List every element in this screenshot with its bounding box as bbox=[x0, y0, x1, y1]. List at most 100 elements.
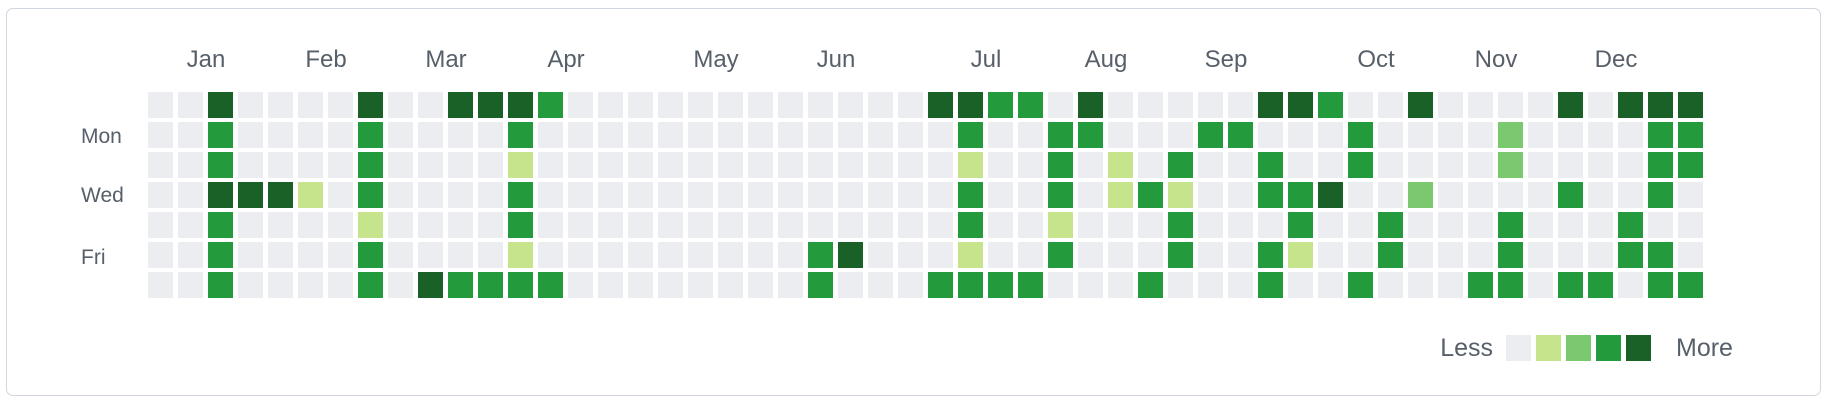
contribution-cell[interactable] bbox=[1198, 92, 1223, 118]
contribution-cell[interactable] bbox=[208, 182, 233, 208]
contribution-cell[interactable] bbox=[238, 182, 263, 208]
contribution-cell[interactable] bbox=[208, 272, 233, 298]
contribution-cell[interactable] bbox=[268, 182, 293, 208]
contribution-cell[interactable] bbox=[1408, 182, 1433, 208]
contribution-cell[interactable] bbox=[448, 272, 473, 298]
contribution-cell[interactable] bbox=[1378, 242, 1403, 268]
contribution-cell[interactable] bbox=[808, 272, 833, 298]
contribution-cell[interactable] bbox=[208, 122, 233, 148]
contribution-cell[interactable] bbox=[1648, 272, 1673, 298]
contribution-cell[interactable] bbox=[808, 152, 833, 178]
contribution-cell[interactable] bbox=[1198, 242, 1223, 268]
contribution-cell[interactable] bbox=[298, 272, 323, 298]
contribution-cell[interactable] bbox=[148, 182, 173, 208]
contribution-cell[interactable] bbox=[1408, 152, 1433, 178]
contribution-cell[interactable] bbox=[1618, 152, 1643, 178]
contribution-cell[interactable] bbox=[1228, 122, 1253, 148]
contribution-cell[interactable] bbox=[1228, 182, 1253, 208]
contribution-cell[interactable] bbox=[268, 242, 293, 268]
contribution-cell[interactable] bbox=[1018, 92, 1043, 118]
contribution-cell[interactable] bbox=[1558, 212, 1583, 238]
contribution-cell[interactable] bbox=[1138, 182, 1163, 208]
contribution-cell[interactable] bbox=[928, 92, 953, 118]
contribution-cell[interactable] bbox=[1288, 92, 1313, 118]
contribution-cell[interactable] bbox=[358, 212, 383, 238]
contribution-cell[interactable] bbox=[1588, 182, 1613, 208]
contribution-cell[interactable] bbox=[688, 242, 713, 268]
contribution-cell[interactable] bbox=[1168, 92, 1193, 118]
contribution-cell[interactable] bbox=[148, 242, 173, 268]
contribution-cell[interactable] bbox=[1678, 212, 1703, 238]
contribution-cell[interactable] bbox=[1378, 92, 1403, 118]
contribution-cell[interactable] bbox=[1618, 92, 1643, 118]
contribution-cell[interactable] bbox=[718, 272, 743, 298]
contribution-cell[interactable] bbox=[1678, 122, 1703, 148]
contribution-cell[interactable] bbox=[838, 122, 863, 148]
contribution-cell[interactable] bbox=[958, 182, 983, 208]
contribution-cell[interactable] bbox=[238, 122, 263, 148]
contribution-cell[interactable] bbox=[1108, 242, 1133, 268]
contribution-cell[interactable] bbox=[208, 92, 233, 118]
contribution-cell[interactable] bbox=[838, 242, 863, 268]
contribution-cell[interactable] bbox=[748, 122, 773, 148]
contribution-cell[interactable] bbox=[508, 212, 533, 238]
contribution-cell[interactable] bbox=[1618, 182, 1643, 208]
contribution-cell[interactable] bbox=[748, 242, 773, 268]
contribution-cell[interactable] bbox=[508, 242, 533, 268]
contribution-cell[interactable] bbox=[1678, 152, 1703, 178]
contribution-cell[interactable] bbox=[868, 122, 893, 148]
contribution-cell[interactable] bbox=[598, 92, 623, 118]
contribution-cell[interactable] bbox=[508, 122, 533, 148]
contribution-cell[interactable] bbox=[688, 272, 713, 298]
contribution-cell[interactable] bbox=[1108, 152, 1133, 178]
contribution-cell[interactable] bbox=[1168, 212, 1193, 238]
contribution-cell[interactable] bbox=[658, 212, 683, 238]
contribution-cell[interactable] bbox=[448, 152, 473, 178]
contribution-cell[interactable] bbox=[298, 212, 323, 238]
contribution-cell[interactable] bbox=[868, 92, 893, 118]
contribution-cell[interactable] bbox=[328, 272, 353, 298]
contribution-cell[interactable] bbox=[1558, 242, 1583, 268]
contribution-cell[interactable] bbox=[868, 272, 893, 298]
contribution-cell[interactable] bbox=[1258, 152, 1283, 178]
contribution-cell[interactable] bbox=[358, 92, 383, 118]
contribution-cell[interactable] bbox=[928, 212, 953, 238]
contribution-cell[interactable] bbox=[358, 152, 383, 178]
contribution-cell[interactable] bbox=[268, 92, 293, 118]
contribution-cell[interactable] bbox=[868, 242, 893, 268]
contribution-cell[interactable] bbox=[1018, 182, 1043, 208]
contribution-cell[interactable] bbox=[718, 212, 743, 238]
contribution-cell[interactable] bbox=[208, 152, 233, 178]
contribution-cell[interactable] bbox=[1348, 242, 1373, 268]
contribution-cell[interactable] bbox=[388, 92, 413, 118]
contribution-cell[interactable] bbox=[1138, 272, 1163, 298]
contribution-cell[interactable] bbox=[478, 92, 503, 118]
contribution-cell[interactable] bbox=[1078, 212, 1103, 238]
contribution-cell[interactable] bbox=[928, 122, 953, 148]
contribution-cell[interactable] bbox=[1168, 242, 1193, 268]
contribution-cell[interactable] bbox=[1318, 152, 1343, 178]
contribution-cell[interactable] bbox=[598, 272, 623, 298]
contribution-cell[interactable] bbox=[1288, 182, 1313, 208]
contribution-cell[interactable] bbox=[178, 182, 203, 208]
contribution-cell[interactable] bbox=[988, 242, 1013, 268]
contribution-cell[interactable] bbox=[238, 272, 263, 298]
contribution-cell[interactable] bbox=[328, 182, 353, 208]
contribution-cell[interactable] bbox=[778, 122, 803, 148]
contribution-cell[interactable] bbox=[538, 242, 563, 268]
contribution-cell[interactable] bbox=[268, 152, 293, 178]
contribution-cell[interactable] bbox=[448, 92, 473, 118]
contribution-cell[interactable] bbox=[478, 212, 503, 238]
contribution-cell[interactable] bbox=[628, 242, 653, 268]
contribution-cell[interactable] bbox=[1078, 182, 1103, 208]
contribution-cell[interactable] bbox=[1528, 92, 1553, 118]
contribution-cell[interactable] bbox=[1198, 152, 1223, 178]
contribution-cell[interactable] bbox=[718, 182, 743, 208]
contribution-cell[interactable] bbox=[388, 272, 413, 298]
contribution-cell[interactable] bbox=[568, 182, 593, 208]
contribution-cell[interactable] bbox=[1588, 152, 1613, 178]
contribution-cell[interactable] bbox=[1018, 122, 1043, 148]
contribution-cell[interactable] bbox=[1168, 182, 1193, 208]
contribution-cell[interactable] bbox=[478, 182, 503, 208]
contribution-cell[interactable] bbox=[1438, 242, 1463, 268]
